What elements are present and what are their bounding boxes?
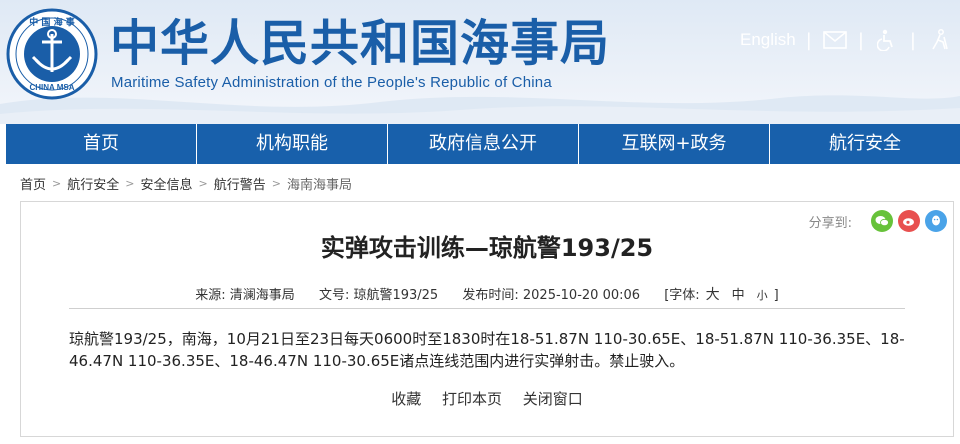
font-size-large[interactable]: 大 (706, 287, 720, 303)
publish-time-meta: 发布时间: 2025-10-20 00:06 (462, 288, 640, 303)
publish-time-value: 2025-10-20 00:06 (522, 288, 641, 303)
favorite-link[interactable]: 收藏 (391, 390, 421, 408)
separator: | (909, 29, 916, 51)
font-size-end: ] (773, 288, 779, 303)
svg-text:CHINA MSA: CHINA MSA (29, 83, 74, 92)
mail-icon[interactable] (822, 29, 848, 51)
breadcrumb-separator: > (198, 177, 208, 190)
source-meta: 来源: 清澜海事局 (195, 288, 295, 303)
font-size-label: [字体: (664, 288, 700, 303)
site-title: 中华人民共和国海事局 (110, 15, 611, 72)
nav-item-internet-gov[interactable]: 互联网+政务 (579, 124, 770, 164)
print-link[interactable]: 打印本页 (442, 390, 502, 408)
article-actions: 收藏 打印本页 关闭窗口 (21, 388, 953, 409)
breadcrumb-navigation-safety[interactable]: 航行安全 (67, 174, 119, 193)
site-header: 中 国 海 事 CHINA MSA 中华人民共和国海事局 Maritime Sa… (0, 0, 960, 124)
accessibility-icon[interactable] (874, 29, 900, 51)
nav-item-home[interactable]: 首页 (6, 124, 197, 164)
site-subtitle: Maritime Safety Administration of the Pe… (111, 74, 552, 91)
article-title: 实弹攻击训练—琼航警193/25 (320, 234, 654, 262)
source-label: 来源: (195, 288, 226, 303)
nav-item-organization[interactable]: 机构职能 (197, 124, 388, 164)
separator: | (805, 29, 812, 51)
msa-logo[interactable]: 中 国 海 事 CHINA MSA (6, 8, 98, 100)
source-value: 清澜海事局 (229, 288, 295, 303)
breadcrumb-safety-info[interactable]: 安全信息 (140, 174, 192, 193)
font-size-control: [字体: 大中小] (664, 287, 779, 303)
meta-divider (69, 308, 905, 309)
svg-text:中 国 海 事: 中 国 海 事 (29, 16, 74, 28)
breadcrumb-separator: > (125, 177, 135, 190)
article-body: 琼航警193/25，南海，10月21日至23日每天0600时至1830时在18-… (69, 330, 905, 370)
publish-time-label: 发布时间: (462, 288, 519, 303)
doc-no-value: 琼航警193/25 (353, 288, 439, 303)
breadcrumb-home[interactable]: 首页 (20, 174, 46, 193)
main-nav: 首页 机构职能 政府信息公开 互联网+政务 航行安全 (6, 124, 960, 164)
doc-no-label: 文号: (318, 288, 350, 303)
separator: | (857, 29, 864, 51)
nav-item-navigation-safety[interactable]: 航行安全 (770, 124, 960, 164)
font-size-small[interactable]: 小 (757, 289, 768, 302)
breadcrumb-separator: > (52, 177, 62, 190)
elder-care-icon[interactable] (926, 29, 952, 51)
doc-no-meta: 文号: 琼航警193/25 (319, 288, 438, 303)
header-tools: English | | | (740, 27, 952, 53)
breadcrumb-navigation-warning[interactable]: 航行警告 (214, 174, 266, 193)
breadcrumb: 首页 > 航行安全 > 安全信息 > 航行警告 > 海南海事局 (20, 174, 352, 193)
nav-item-gov-info[interactable]: 政府信息公开 (388, 124, 579, 164)
breadcrumb-hainan-msa[interactable]: 海南海事局 (287, 174, 352, 193)
article-meta: 来源: 清澜海事局 文号: 琼航警193/25 发布时间: 2025-10-20… (21, 284, 953, 304)
english-link[interactable]: English (740, 30, 796, 50)
font-size-medium[interactable]: 中 (732, 288, 745, 303)
article-container: 分享到: 实弹攻击训练—琼航警193/25 来源: 清澜海事局 文号: 琼航警1… (20, 201, 954, 437)
breadcrumb-separator: > (271, 177, 281, 190)
close-window-link[interactable]: 关闭窗口 (523, 390, 583, 408)
